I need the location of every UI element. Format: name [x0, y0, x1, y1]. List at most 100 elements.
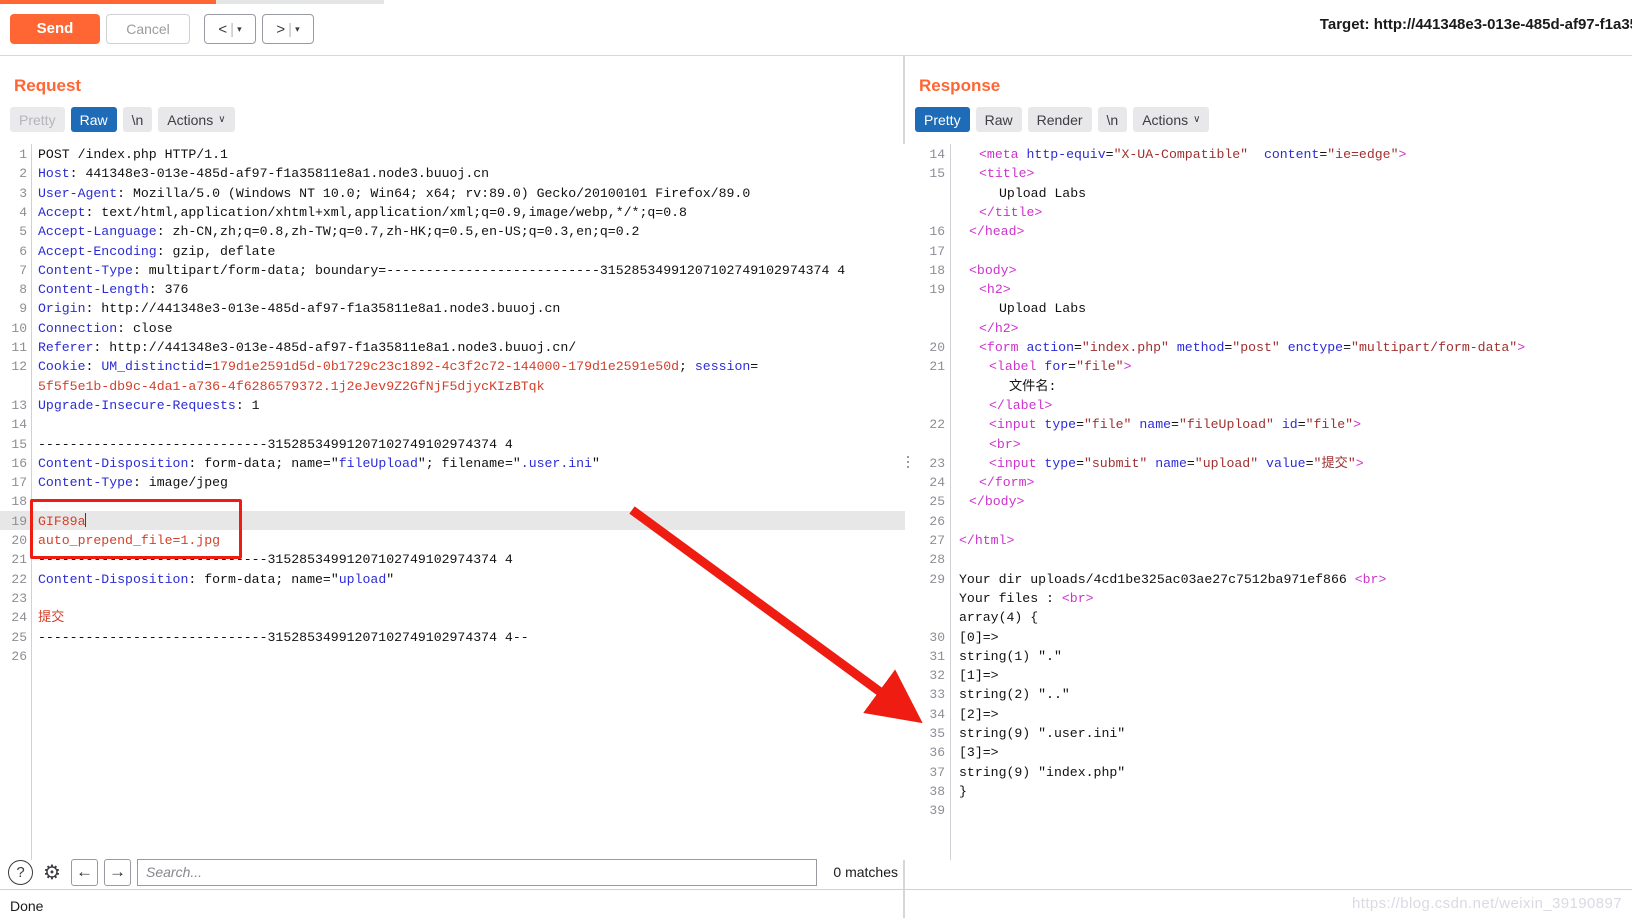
- code-line[interactable]: 17: [905, 241, 1632, 260]
- code-line[interactable]: 14: [0, 414, 905, 433]
- search-back-icon[interactable]: ←: [71, 858, 98, 886]
- code-line[interactable]: 22 <input type="file" name="fileUpload" i…: [905, 414, 1632, 433]
- code-line[interactable]: <br>: [905, 434, 1632, 453]
- cancel-button[interactable]: Cancel: [106, 14, 190, 44]
- code-line[interactable]: 33 string(2) "..": [905, 684, 1632, 703]
- line-number: 9: [19, 301, 27, 317]
- response-tab-n[interactable]: \n: [1097, 107, 1128, 132]
- chevron-down-icon[interactable]: ▾: [295, 24, 300, 35]
- response-tab-render[interactable]: Render: [1027, 107, 1092, 132]
- code-line[interactable]: 24 提交: [0, 607, 905, 626]
- code-line[interactable]: 1 POST /index.php HTTP/1.1: [0, 144, 905, 163]
- request-tab-actions[interactable]: Actions ∨: [158, 107, 235, 132]
- code-line[interactable]: 23: [0, 588, 905, 607]
- code-line[interactable]: 5 Accept-Language: zh-CN,zh;q=0.8,zh-TW;q…: [0, 221, 905, 240]
- code-line[interactable]: 10 Connection: close: [0, 318, 905, 337]
- code-line[interactable]: 27 </html>: [905, 530, 1632, 549]
- code-token: >: [1123, 359, 1132, 375]
- search-forward-icon[interactable]: →: [104, 858, 131, 886]
- code-line[interactable]: 15 -----------------------------315285349…: [0, 434, 905, 453]
- previous-request-button[interactable]: < | ▾: [204, 14, 256, 44]
- response-editor[interactable]: 14 <meta http-equiv="X-UA-Compatible" con…: [905, 144, 1632, 860]
- code-line-text: 提交: [38, 608, 64, 627]
- code-line[interactable]: </h2>: [905, 318, 1632, 337]
- code-line[interactable]: 34 [2]=>: [905, 704, 1632, 723]
- code-token: meta: [986, 147, 1019, 162]
- code-line[interactable]: 2 Host: 441348e3-013e-485d-af97-f1a35811e…: [0, 163, 905, 182]
- code-line[interactable]: 30 [0]=>: [905, 627, 1632, 646]
- help-icon[interactable]: ?: [8, 859, 33, 885]
- code-line[interactable]: 32 [1]=>: [905, 665, 1632, 684]
- code-line[interactable]: 21 <label for="file">: [905, 356, 1632, 375]
- code-line[interactable]: 文件名:: [905, 376, 1632, 395]
- request-editor[interactable]: 1 POST /index.php HTTP/1.1 2 Host: 441348e3…: [0, 144, 905, 860]
- code-line[interactable]: 39: [905, 800, 1632, 819]
- code-token: User-Agent: [38, 185, 118, 201]
- code-line[interactable]: 23 <input type="submit" name="upload" val…: [905, 453, 1632, 472]
- code-line[interactable]: 19 GIF89a: [0, 510, 905, 530]
- code-token: Accept-Encoding: [38, 243, 157, 259]
- request-tab-n[interactable]: \n: [122, 107, 153, 132]
- code-line[interactable]: array(4) {: [905, 607, 1632, 626]
- code-line[interactable]: 8 Content-Length: 376: [0, 279, 905, 298]
- code-line[interactable]: 18 <body>: [905, 260, 1632, 279]
- code-line[interactable]: 12 Cookie: UM_distinctid=179d1e2591d5d-0b…: [0, 356, 905, 375]
- code-line-text: <label for="file">: [989, 357, 1131, 376]
- code-line[interactable]: 29 Your dir uploads/4cd1be325ac03ae27c751…: [905, 569, 1632, 588]
- code-line[interactable]: 26: [0, 646, 905, 665]
- response-tab-raw[interactable]: Raw: [975, 107, 1022, 132]
- code-line[interactable]: 26: [905, 511, 1632, 530]
- response-tab-pretty[interactable]: Pretty: [915, 107, 970, 132]
- code-token: -----------------------------31528534991…: [38, 552, 513, 568]
- request-tab-pretty[interactable]: Pretty: [10, 107, 65, 132]
- code-line[interactable]: 21 -----------------------------315285349…: [0, 549, 905, 568]
- code-line[interactable]: 11 Referer: http://441348e3-013e-485d-af9…: [0, 337, 905, 356]
- request-search-input[interactable]: [137, 858, 818, 886]
- code-line-text: }: [959, 782, 967, 801]
- code-line[interactable]: 16 Content-Disposition: form-data; name="…: [0, 453, 905, 472]
- code-line[interactable]: </title>: [905, 202, 1632, 221]
- code-line[interactable]: 19 <h2>: [905, 279, 1632, 298]
- code-line[interactable]: 35 string(9) ".user.ini": [905, 723, 1632, 742]
- code-line[interactable]: 3 User-Agent: Mozilla/5.0 (Windows NT 10.…: [0, 183, 905, 202]
- code-line[interactable]: 28: [905, 549, 1632, 568]
- code-line[interactable]: 38}: [905, 781, 1632, 800]
- code-token: http-equiv: [1026, 147, 1106, 162]
- code-line[interactable]: 24 </form>: [905, 472, 1632, 491]
- code-line[interactable]: 13 Upgrade-Insecure-Requests: 1: [0, 395, 905, 414]
- code-line[interactable]: 36 [3]=>: [905, 742, 1632, 761]
- code-line[interactable]: 9 Origin: http://441348e3-013e-485d-af97-…: [0, 298, 905, 317]
- code-line[interactable]: 6 Accept-Encoding: gzip, deflate: [0, 241, 905, 260]
- code-line[interactable]: 20 <form action="index.php" method="post"…: [905, 337, 1632, 356]
- code-line[interactable]: 18: [0, 491, 905, 510]
- code-line[interactable]: 20 auto_prepend_file=1.jpg: [0, 530, 905, 549]
- tab-label: Render: [1036, 111, 1083, 128]
- code-line[interactable]: 4 Accept: text/html,application/xhtml+xml…: [0, 202, 905, 221]
- send-button[interactable]: Send: [10, 14, 100, 44]
- code-line[interactable]: 22 Content-Disposition: form-data; name="…: [0, 569, 905, 588]
- code-line[interactable]: 16 </head>: [905, 221, 1632, 240]
- code-line[interactable]: 15 <title>: [905, 163, 1632, 182]
- response-tab-actions[interactable]: Actions ∨: [1133, 107, 1210, 132]
- gear-icon[interactable]: ⚙: [39, 859, 65, 885]
- code-token: session: [694, 359, 751, 375]
- code-line[interactable]: 7 Content-Type: multipart/form-data; boun…: [0, 260, 905, 279]
- code-token: Content-Type: [38, 262, 133, 278]
- code-line[interactable]: 14 <meta http-equiv="X-UA-Compatible" con…: [905, 144, 1632, 163]
- code-line[interactable]: Upload Labs: [905, 298, 1632, 317]
- code-line[interactable]: 37 string(9) "index.php": [905, 762, 1632, 781]
- chevron-down-icon[interactable]: ▾: [237, 24, 242, 35]
- request-tab-raw[interactable]: Raw: [70, 107, 117, 132]
- code-line[interactable]: 31 string(1) ".": [905, 646, 1632, 665]
- code-line[interactable]: 5f5f5e1b-db9c-4da1-a736-4f6286579372.1j2…: [0, 376, 905, 395]
- code-line[interactable]: 25 </body>: [905, 491, 1632, 510]
- next-request-button[interactable]: > | ▾: [262, 14, 314, 44]
- code-line[interactable]: Your files : <br>: [905, 588, 1632, 607]
- code-token: GIF89a: [38, 513, 86, 529]
- code-line[interactable]: </label>: [905, 395, 1632, 414]
- code-line[interactable]: Upload Labs: [905, 183, 1632, 202]
- code-line[interactable]: 25 -----------------------------315285349…: [0, 627, 905, 646]
- code-line[interactable]: 17 Content-Type: image/jpeg: [0, 472, 905, 491]
- code-line-text: POST /index.php HTTP/1.1: [38, 145, 228, 164]
